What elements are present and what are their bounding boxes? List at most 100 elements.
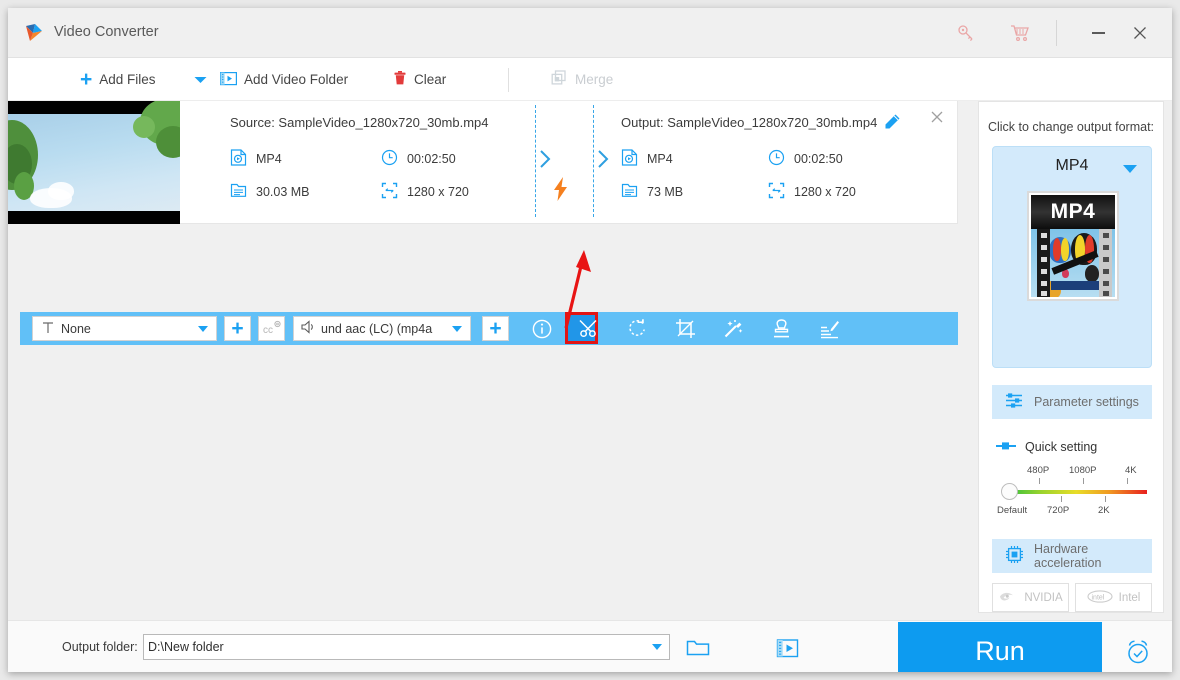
output-filename: Output: SampleVideo_1280x720_30mb.mp4 <box>621 115 878 130</box>
svg-text:cc: cc <box>263 325 273 336</box>
chevron-down-icon[interactable] <box>652 644 662 650</box>
scissors-cut-icon[interactable] <box>576 316 603 341</box>
file-tools-toolbar: None + cc und aac (LC) (mp4a + <box>20 312 958 345</box>
output-folder-value: D:\New folder <box>148 640 224 654</box>
slider-knob[interactable] <box>1001 483 1018 500</box>
settings-card: Click to change output format: MP4 MP4 P… <box>978 101 1164 613</box>
crop-icon[interactable] <box>672 316 699 341</box>
output-folder-input[interactable]: D:\New folder <box>143 634 670 660</box>
menubar-divider <box>508 68 509 92</box>
subtitle-select-value: None <box>61 321 91 336</box>
add-files-dropdown-button[interactable] <box>186 58 214 101</box>
titlebar-divider <box>1056 20 1057 46</box>
format-thumbnail-label: MP4 <box>1031 195 1115 229</box>
slider-label-480p: 480P <box>1027 465 1050 476</box>
audio-track-value: und aac (LC) (mp4a <box>321 321 433 336</box>
quick-setting-icon <box>996 440 1017 454</box>
source-filename: Source: SampleVideo_1280x720_30mb.mp4 <box>230 115 489 130</box>
source-duration: 00:02:50 <box>381 149 456 169</box>
file-size-icon <box>621 182 638 202</box>
file-size-icon <box>230 182 247 202</box>
add-files-button[interactable]: + Add Files <box>80 58 156 101</box>
file-format-icon <box>230 149 247 169</box>
subtitle-select[interactable]: None <box>32 316 217 341</box>
minimize-button[interactable] <box>1078 20 1118 46</box>
alarm-clock-icon[interactable] <box>1122 637 1154 667</box>
audio-track-select[interactable]: und aac (LC) (mp4a <box>293 316 471 341</box>
divider-dashed-left <box>535 105 536 217</box>
plus-icon: + <box>489 317 502 340</box>
cpu-chip-icon <box>1005 545 1024 567</box>
closed-caption-settings-button[interactable]: cc <box>258 316 285 341</box>
speaker-icon <box>301 320 318 337</box>
merge-button[interactable]: Merge <box>551 58 613 101</box>
shopping-cart-icon[interactable] <box>1003 21 1037 45</box>
close-button[interactable] <box>1120 20 1160 46</box>
add-video-folder-button[interactable]: Add Video Folder <box>220 58 348 101</box>
intel-logo-icon: intel <box>1087 589 1113 606</box>
clear-label: Clear <box>414 72 447 87</box>
chevron-down-icon <box>198 326 208 332</box>
output-format-selector[interactable]: MP4 MP4 <box>992 146 1152 368</box>
output-duration: 00:02:50 <box>768 149 843 169</box>
output-size-value: 73 MB <box>647 185 684 199</box>
add-files-label: Add Files <box>99 72 156 87</box>
nvidia-logo-icon <box>998 590 1018 606</box>
clock-icon <box>381 149 398 169</box>
info-icon[interactable] <box>528 316 555 341</box>
title-bar: Video Converter <box>8 8 1172 58</box>
output-size: 73 MB <box>621 182 683 202</box>
pencil-edit-icon[interactable] <box>884 113 901 135</box>
subtitle-edit-icon[interactable] <box>816 316 843 341</box>
trash-icon <box>393 70 407 89</box>
quick-setting-label: Quick setting <box>1025 440 1098 454</box>
chevron-right-icon <box>539 149 552 174</box>
app-logo-icon <box>22 21 46 45</box>
nvidia-label: NVIDIA <box>1024 591 1063 604</box>
watermark-stamp-icon[interactable] <box>768 316 795 341</box>
slider-label-default: Default <box>997 505 1028 516</box>
quality-slider[interactable]: 480P 1080P 4K Default 720P 2K <box>997 465 1147 525</box>
effects-wand-icon[interactable] <box>720 316 747 341</box>
key-icon[interactable] <box>949 21 983 45</box>
output-settings-panel: Click to change output format: MP4 MP4 P… <box>970 101 1172 620</box>
slider-label-720p: 720P <box>1047 505 1070 516</box>
add-subtitle-button[interactable]: + <box>224 316 251 341</box>
add-audio-button[interactable]: + <box>482 316 509 341</box>
output-resolution-value: 1280 x 720 <box>794 185 856 199</box>
source-resolution: 1280 x 720 <box>381 182 469 202</box>
nvidia-acceleration-button[interactable]: NVIDIA <box>992 583 1069 612</box>
output-folder-label: Output folder: <box>62 640 138 654</box>
parameter-settings-button[interactable]: Parameter settings <box>992 385 1152 419</box>
slider-tick <box>1127 478 1128 484</box>
chevron-down-icon <box>194 72 207 87</box>
add-video-folder-label: Add Video Folder <box>244 72 349 87</box>
remove-file-button[interactable] <box>926 106 948 128</box>
menu-bar: + Add Files Add Video Folder Clear Merge <box>8 58 1172 101</box>
file-row[interactable]: Source: SampleVideo_1280x720_30mb.mp4 MP… <box>8 101 958 224</box>
output-resolution: 1280 x 720 <box>768 182 856 202</box>
slider-label-4k: 4K <box>1125 465 1137 476</box>
source-size: 30.03 MB <box>230 182 310 202</box>
window-title: Video Converter <box>54 24 159 40</box>
open-folder-icon[interactable] <box>683 636 713 660</box>
hardware-acceleration-label: Hardware acceleration <box>1034 542 1102 570</box>
intel-acceleration-button[interactable]: intel Intel <box>1075 583 1152 612</box>
clear-button[interactable]: Clear <box>393 58 446 101</box>
film-strip-right <box>1099 229 1112 297</box>
plus-icon: + <box>231 317 244 340</box>
film-strip-left <box>1037 229 1050 297</box>
rotate-icon[interactable] <box>624 316 651 341</box>
file-list-area: Source: SampleVideo_1280x720_30mb.mp4 MP… <box>8 101 970 620</box>
format-prompt-label: Click to change output format: <box>987 120 1155 134</box>
plus-icon: + <box>80 68 93 91</box>
file-format-icon <box>621 149 638 169</box>
hardware-acceleration-button[interactable]: Hardware acceleration <box>992 539 1152 573</box>
slider-tick <box>1061 496 1062 502</box>
video-list-icon[interactable] <box>773 636 803 660</box>
slider-tick <box>1039 478 1040 484</box>
run-button[interactable]: Run <box>898 622 1102 672</box>
source-format: MP4 <box>230 149 282 169</box>
output-format: MP4 <box>621 149 673 169</box>
lightning-bolt-icon[interactable] <box>550 176 572 207</box>
